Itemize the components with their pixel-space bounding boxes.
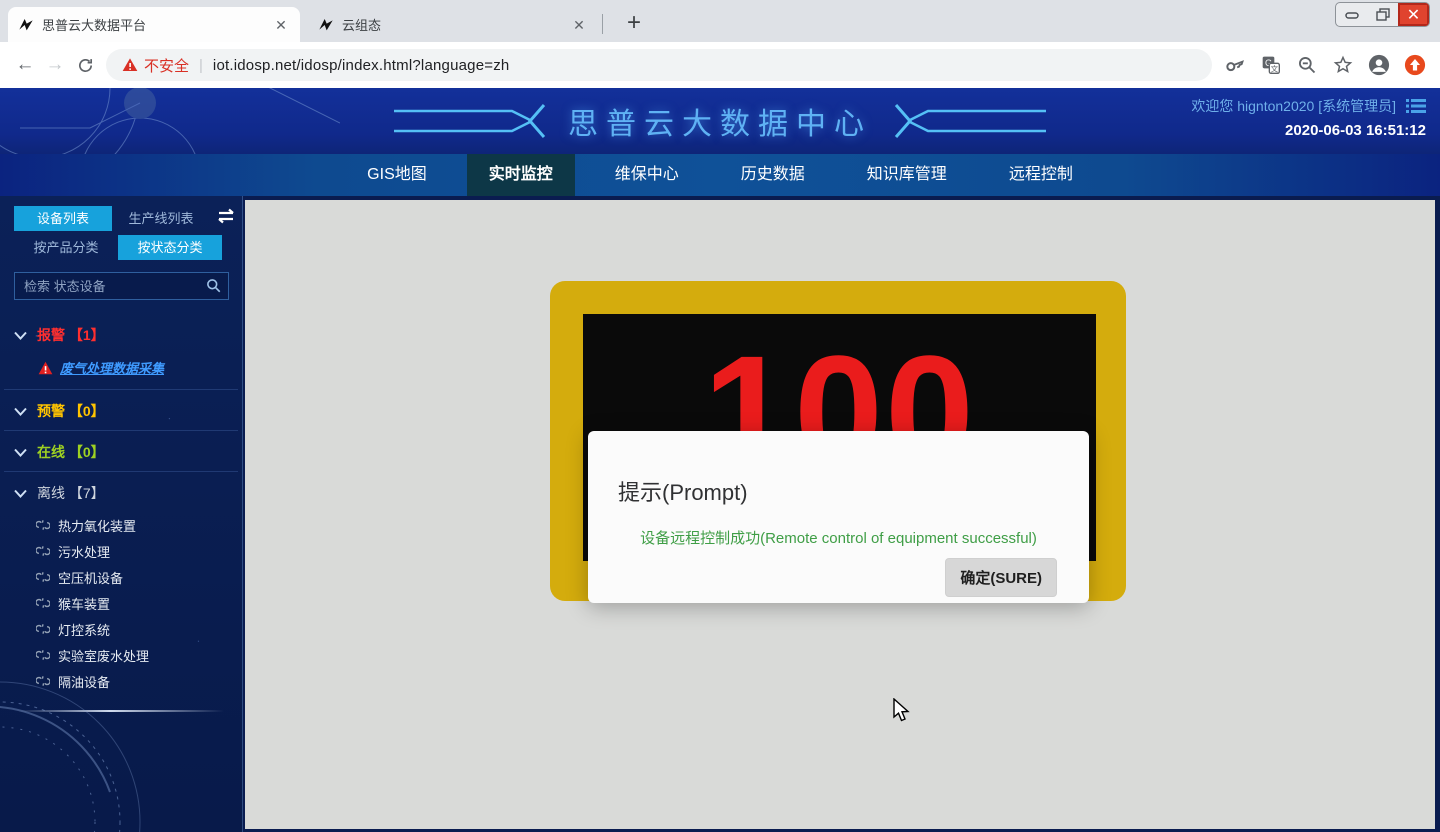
tree-item-offline-device[interactable]: 空压机设备 (0, 564, 242, 590)
chevron-down-icon[interactable] (14, 444, 27, 460)
not-secure-label[interactable]: 不安全 (144, 55, 189, 76)
tab-close-icon[interactable]: ✕ (570, 16, 588, 34)
nav-item-maintenance[interactable]: 维保中心 (593, 154, 701, 196)
tab-title: 思普云大数据平台 (42, 15, 272, 34)
browser-menu-icon[interactable] (1404, 54, 1426, 76)
window-controls: ✕ (1335, 2, 1430, 27)
zoom-out-icon[interactable] (1296, 54, 1318, 76)
toolbar-icons: G文 (1224, 54, 1430, 76)
tree-item-offline-device[interactable]: 实验室废水处理 (0, 642, 242, 668)
offline-link-icon (36, 649, 50, 661)
chevron-down-icon[interactable] (14, 485, 27, 501)
translate-icon[interactable]: G文 (1260, 54, 1282, 76)
webpage: 思普云大数据中心 欢迎您 hignton2020 [系统管理员] 2020-06… (0, 88, 1440, 832)
tab-by-product[interactable]: 按产品分类 (14, 235, 118, 260)
svg-text:文: 文 (1271, 63, 1279, 73)
page-title: 思普云大数据中心 (568, 99, 872, 143)
tab-strip: 思普云大数据平台 ✕ 云组态 ✕ + ✕ (0, 0, 1440, 42)
nav-item-knowledge[interactable]: 知识库管理 (845, 154, 969, 196)
close-button[interactable]: ✕ (1398, 3, 1429, 26)
new-tab-button[interactable]: + (618, 8, 650, 40)
tree-item-offline-device[interactable]: 热力氧化装置 (0, 512, 242, 538)
password-key-icon[interactable] (1224, 54, 1246, 76)
tree-group-offline[interactable]: 离线 【7】 (0, 472, 242, 512)
offline-link-icon (36, 597, 50, 609)
offline-link-icon (36, 519, 50, 531)
tree-item-offline-device[interactable]: 灯控系统 (0, 616, 242, 642)
tree-group-alarm[interactable]: 报警 【1】 (0, 314, 242, 354)
address-separator: | (199, 57, 203, 74)
welcome-text: 欢迎您 hignton2020 [系统管理员] (1191, 96, 1396, 116)
body-area: 设备列表 生产线列表 按产品分类 按状态分类 (0, 196, 1440, 832)
site-favicon-icon (318, 17, 334, 33)
dialog-title: 提示(Prompt) (618, 475, 748, 507)
tree-item-offline-device[interactable]: 猴车装置 (0, 590, 242, 616)
site-favicon-icon (18, 17, 34, 33)
search-input[interactable] (14, 272, 229, 300)
browser-window: 思普云大数据平台 ✕ 云组态 ✕ + ✕ ← → (0, 0, 1440, 832)
tab-inactive[interactable]: 云组态 ✕ (308, 7, 598, 42)
chevron-down-icon[interactable] (14, 403, 27, 419)
confirm-button[interactable]: 确定(SURE) (945, 558, 1057, 597)
title-bracket-left (394, 99, 554, 143)
forward-icon[interactable]: → (40, 50, 70, 80)
tab-divider (602, 14, 603, 34)
sidebar-decoration (0, 672, 240, 832)
tree-item-alarm-device[interactable]: 废气处理数据采集 (0, 354, 242, 389)
swap-icon[interactable] (216, 208, 236, 229)
back-icon[interactable]: ← (10, 50, 40, 80)
not-secure-warning-icon (122, 57, 138, 73)
tab-by-status[interactable]: 按状态分类 (118, 235, 222, 260)
chevron-down-icon[interactable] (14, 327, 27, 343)
dialog-message: 设备远程控制成功(Remote control of equipment suc… (588, 527, 1089, 548)
reload-icon[interactable] (70, 50, 100, 80)
device-sidebar: 设备列表 生产线列表 按产品分类 按状态分类 (0, 196, 243, 832)
nav-item-gis[interactable]: GIS地图 (345, 154, 449, 196)
user-menu-icon[interactable] (1406, 98, 1426, 114)
nav-item-realtime[interactable]: 实时监控 (467, 154, 575, 196)
tab-device-list[interactable]: 设备列表 (14, 206, 112, 231)
search-icon[interactable] (206, 278, 221, 298)
bookmark-star-icon[interactable] (1332, 54, 1354, 76)
main-content: 100 提示(Prompt) 设备远程控制成功(Remote control o… (245, 200, 1435, 829)
offline-link-icon (36, 623, 50, 635)
profile-avatar-icon[interactable] (1368, 54, 1390, 76)
minimize-button[interactable] (1336, 3, 1367, 26)
tree-item-offline-device[interactable]: 污水处理 (0, 538, 242, 564)
alarm-warning-icon (38, 361, 53, 375)
address-bar[interactable]: 不安全 | iot.idosp.net/idosp/index.html?lan… (106, 49, 1212, 81)
tree-group-online[interactable]: 在线 【0】 (0, 431, 242, 471)
url-text[interactable]: iot.idosp.net/idosp/index.html?language=… (213, 57, 510, 74)
prompt-dialog: 提示(Prompt) 设备远程控制成功(Remote control of eq… (588, 431, 1089, 603)
tab-production-line-list[interactable]: 生产线列表 (112, 206, 210, 231)
offline-link-icon (36, 545, 50, 557)
datetime: 2020-06-03 16:51:12 (1191, 122, 1426, 139)
tree-group-warning[interactable]: 预警 【0】 (0, 390, 242, 430)
nav-item-remote[interactable]: 远程控制 (987, 154, 1095, 196)
restore-button[interactable] (1367, 3, 1398, 26)
title-bracket-right (886, 99, 1046, 143)
mouse-cursor (893, 698, 911, 724)
main-nav: GIS地图 实时监控 维保中心 历史数据 知识库管理 远程控制 (0, 154, 1440, 196)
device-tree: 报警 【1】 废气处理数据采集 预警 【0】 在线 【0】 (0, 314, 242, 694)
browser-toolbar: ← → 不安全 | iot.idosp.net/idosp/index.html… (0, 42, 1440, 88)
nav-item-history[interactable]: 历史数据 (719, 154, 827, 196)
tab-close-icon[interactable]: ✕ (272, 16, 290, 34)
tab-active[interactable]: 思普云大数据平台 ✕ (8, 7, 300, 42)
tab-title: 云组态 (342, 15, 570, 34)
site-header: 思普云大数据中心 欢迎您 hignton2020 [系统管理员] 2020-06… (0, 88, 1440, 154)
offline-link-icon (36, 571, 50, 583)
